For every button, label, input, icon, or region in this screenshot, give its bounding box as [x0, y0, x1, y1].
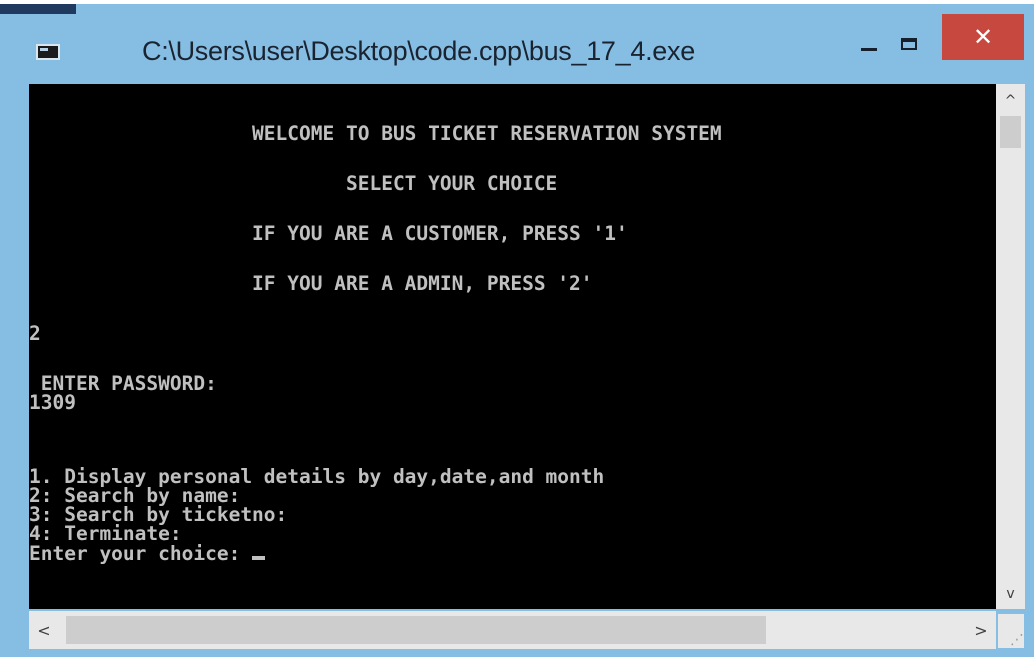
console-window: C:\Users\user\Desktop\code.cpp\bus_17_4.… — [0, 0, 1034, 657]
scroll-right-arrow-icon[interactable]: > — [966, 611, 996, 649]
resize-grip-icon[interactable]: ⋰ — [998, 614, 1024, 648]
minimize-button[interactable] — [852, 26, 886, 62]
console-line-prompt: Enter your choice: — [29, 542, 266, 565]
scroll-up-arrow-icon[interactable]: ^ — [996, 88, 1025, 114]
title-bar[interactable]: C:\Users\user\Desktop\code.cpp\bus_17_4.… — [0, 14, 1034, 82]
maximize-icon — [901, 38, 917, 50]
console-output[interactable]: WELCOME TO BUS TICKET RESERVATION SYSTEM… — [29, 84, 996, 609]
taskbar-tab-accent — [0, 4, 76, 14]
console-line-customer: IF YOU ARE A CUSTOMER, PRESS '1' — [29, 222, 628, 245]
scroll-down-arrow-icon[interactable]: v — [996, 581, 1025, 607]
horizontal-scrollbar[interactable]: < > — [29, 611, 996, 649]
close-icon: ✕ — [972, 23, 994, 51]
prompt-text: Enter your choice: — [29, 542, 253, 565]
maximize-button[interactable] — [892, 26, 926, 62]
window-title: C:\Users\user\Desktop\code.cpp\bus_17_4.… — [142, 36, 695, 66]
text-cursor — [252, 556, 266, 560]
close-button[interactable]: ✕ — [942, 14, 1024, 60]
console-line-welcome: WELCOME TO BUS TICKET RESERVATION SYSTEM — [29, 122, 722, 145]
console-line-password-value: 1309 — [29, 391, 76, 414]
vertical-scrollbar[interactable]: ^ v — [996, 84, 1025, 609]
console-line-admin: IF YOU ARE A ADMIN, PRESS '2' — [29, 272, 593, 295]
scroll-left-arrow-icon[interactable]: < — [29, 611, 59, 649]
console-app-icon[interactable] — [36, 44, 60, 60]
vertical-scroll-thumb[interactable] — [1000, 116, 1021, 148]
console-line-input-choice: 2 — [29, 322, 41, 345]
horizontal-scroll-thumb[interactable] — [66, 616, 766, 644]
console-line-select: SELECT YOUR CHOICE — [29, 172, 558, 195]
minimize-icon — [861, 47, 877, 51]
